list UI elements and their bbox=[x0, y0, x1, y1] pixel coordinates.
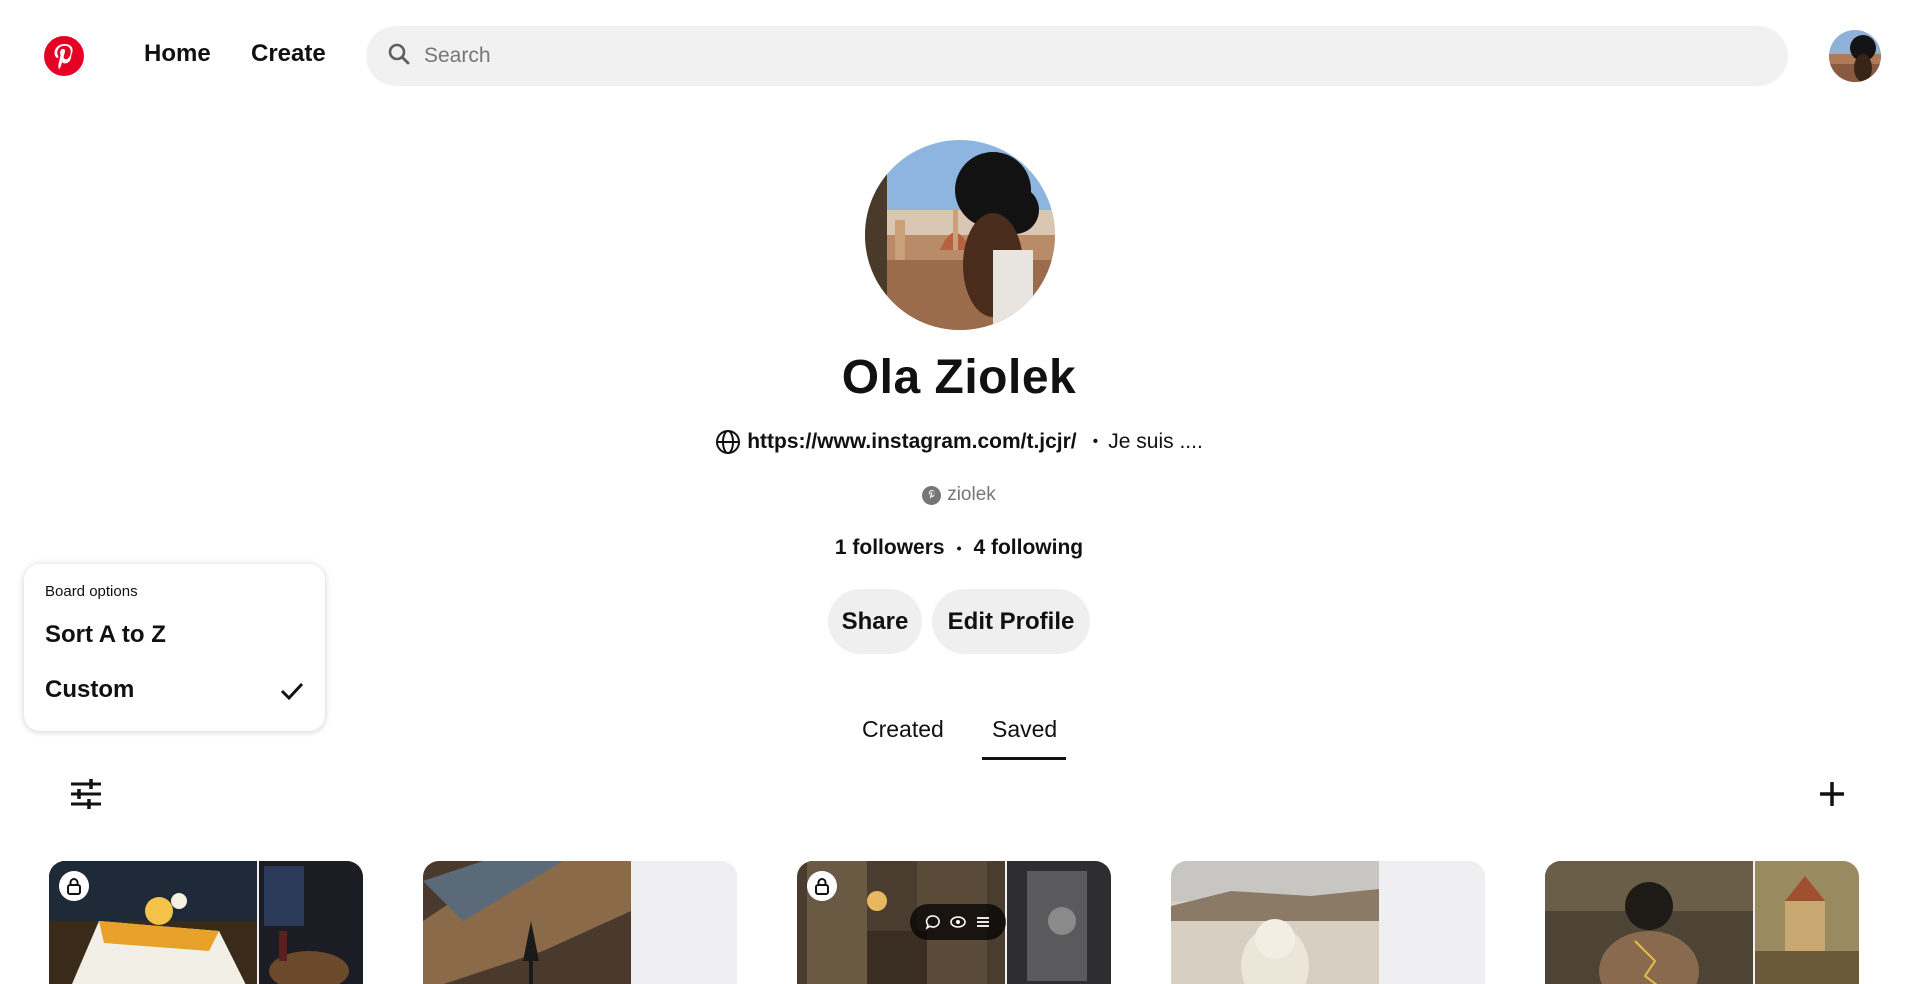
username: ziolek bbox=[947, 484, 996, 505]
board-side-image bbox=[1755, 861, 1859, 984]
filter-sliders-icon bbox=[69, 777, 103, 816]
separator-dot: • bbox=[1092, 433, 1099, 450]
username-row: ziolek bbox=[0, 484, 1918, 506]
popover-title: Board options bbox=[45, 583, 138, 600]
separator-dot: • bbox=[956, 540, 962, 556]
followers-link[interactable]: 1 followers bbox=[835, 536, 945, 560]
active-tab-underline bbox=[982, 757, 1066, 760]
lock-icon bbox=[59, 871, 89, 901]
board-empty-slot bbox=[1381, 861, 1485, 984]
board-card[interactable] bbox=[423, 861, 737, 984]
nav-home-link[interactable]: Home bbox=[144, 40, 211, 68]
board-empty-slot bbox=[633, 861, 737, 984]
custom-sort-option[interactable]: Custom bbox=[45, 676, 134, 704]
search-input[interactable] bbox=[424, 44, 1724, 68]
pinterest-logo-icon[interactable] bbox=[44, 36, 84, 76]
follow-stats-row: 1 followers • 4 following bbox=[0, 536, 1918, 560]
board-hover-actions bbox=[910, 904, 1006, 940]
tab-saved[interactable]: Saved bbox=[992, 716, 1057, 743]
top-header: Home Create bbox=[0, 0, 1918, 112]
comment-icon[interactable] bbox=[925, 914, 941, 930]
globe-icon bbox=[715, 429, 741, 455]
user-avatar-button[interactable] bbox=[1829, 30, 1881, 82]
lock-icon bbox=[807, 871, 837, 901]
board-card[interactable] bbox=[1545, 861, 1859, 984]
board-cover-image bbox=[1171, 861, 1379, 984]
board-card[interactable] bbox=[1171, 861, 1485, 984]
share-button[interactable]: Share bbox=[828, 589, 922, 654]
board-card[interactable] bbox=[797, 861, 1111, 984]
board-options-popover: Board options Sort A to Z Custom bbox=[24, 564, 325, 731]
website-link[interactable]: https://www.instagram.com/t.jcjr/ bbox=[747, 430, 1076, 454]
sort-a-to-z-option[interactable]: Sort A to Z bbox=[45, 621, 166, 649]
create-board-button[interactable] bbox=[1812, 776, 1852, 816]
checkmark-icon bbox=[279, 678, 305, 704]
plus-icon bbox=[1818, 780, 1846, 813]
eye-icon[interactable] bbox=[950, 914, 966, 930]
menu-icon[interactable] bbox=[975, 914, 991, 930]
board-cover-image bbox=[1545, 861, 1753, 984]
search-icon bbox=[388, 43, 410, 70]
following-link[interactable]: 4 following bbox=[973, 536, 1083, 560]
search-bar[interactable] bbox=[366, 26, 1788, 86]
board-options-button[interactable] bbox=[64, 774, 108, 818]
profile-bio: Je suis .... bbox=[1108, 430, 1203, 453]
tab-created[interactable]: Created bbox=[862, 716, 944, 743]
board-card[interactable] bbox=[49, 861, 363, 984]
board-side-image bbox=[1007, 861, 1111, 984]
pinterest-mini-icon bbox=[922, 485, 942, 505]
profile-links-row: https://www.instagram.com/t.jcjr/ • Je s… bbox=[0, 429, 1918, 455]
board-side-image bbox=[259, 861, 363, 984]
edit-profile-button[interactable]: Edit Profile bbox=[932, 589, 1090, 654]
board-cover-image bbox=[423, 861, 631, 984]
profile-name: Ola Ziolek bbox=[841, 351, 1077, 404]
profile-avatar bbox=[865, 140, 1055, 330]
nav-create-link[interactable]: Create bbox=[251, 40, 326, 68]
